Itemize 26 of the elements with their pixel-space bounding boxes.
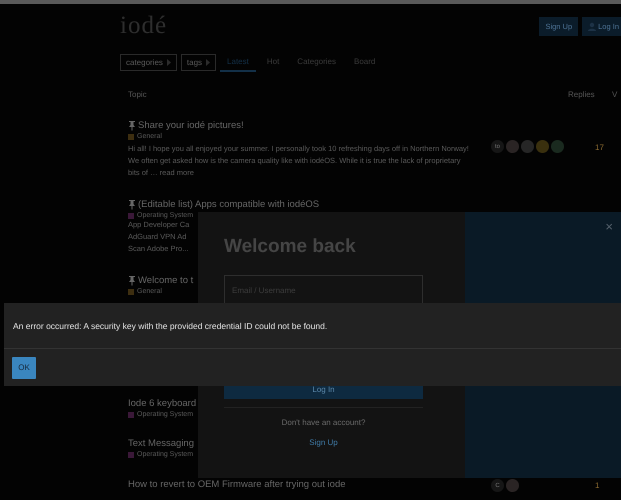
user-icon bbox=[588, 22, 596, 30]
close-button[interactable]: × bbox=[605, 220, 613, 233]
filter-dropdown[interactable]: categories bbox=[120, 54, 177, 70]
caret-icon bbox=[206, 58, 210, 66]
ok-button[interactable]: OK bbox=[12, 356, 36, 378]
signup-prompt: Don't have an account? bbox=[280, 418, 366, 427]
avatar-image[interactable] bbox=[551, 140, 564, 153]
topic-title[interactable]: Welcome to t bbox=[138, 275, 194, 286]
topic-title[interactable]: Share your iodé pictures! bbox=[138, 120, 244, 131]
topic-title[interactable]: How to revert to OEM Firmware after trying out iode bbox=[128, 479, 346, 490]
column-header[interactable]: Replies bbox=[568, 90, 612, 98]
column-header[interactable]: V bbox=[612, 90, 621, 98]
column-header[interactable]: Topic bbox=[120, 90, 568, 98]
topic-title[interactable]: Text Messaging bbox=[128, 438, 194, 449]
avatar-image[interactable] bbox=[506, 479, 519, 492]
avatar-image[interactable] bbox=[506, 140, 519, 153]
filter-dropdown[interactable]: tags bbox=[180, 54, 216, 70]
error-message: An error occurred: A security key with the provided credential ID could not be found. bbox=[13, 320, 328, 330]
reply-count: 17 bbox=[595, 143, 604, 152]
reply-count: 1 bbox=[595, 481, 600, 490]
caret-icon bbox=[166, 58, 171, 66]
topic-title[interactable]: Iode 6 keyboard bbox=[128, 398, 196, 409]
signup-link[interactable]: Sign Up bbox=[309, 438, 338, 447]
topic-title[interactable]: (Editable list) Apps compatible with iodéOS bbox=[138, 199, 320, 210]
avatar-image[interactable] bbox=[536, 140, 549, 153]
avatar-image[interactable] bbox=[521, 140, 534, 153]
